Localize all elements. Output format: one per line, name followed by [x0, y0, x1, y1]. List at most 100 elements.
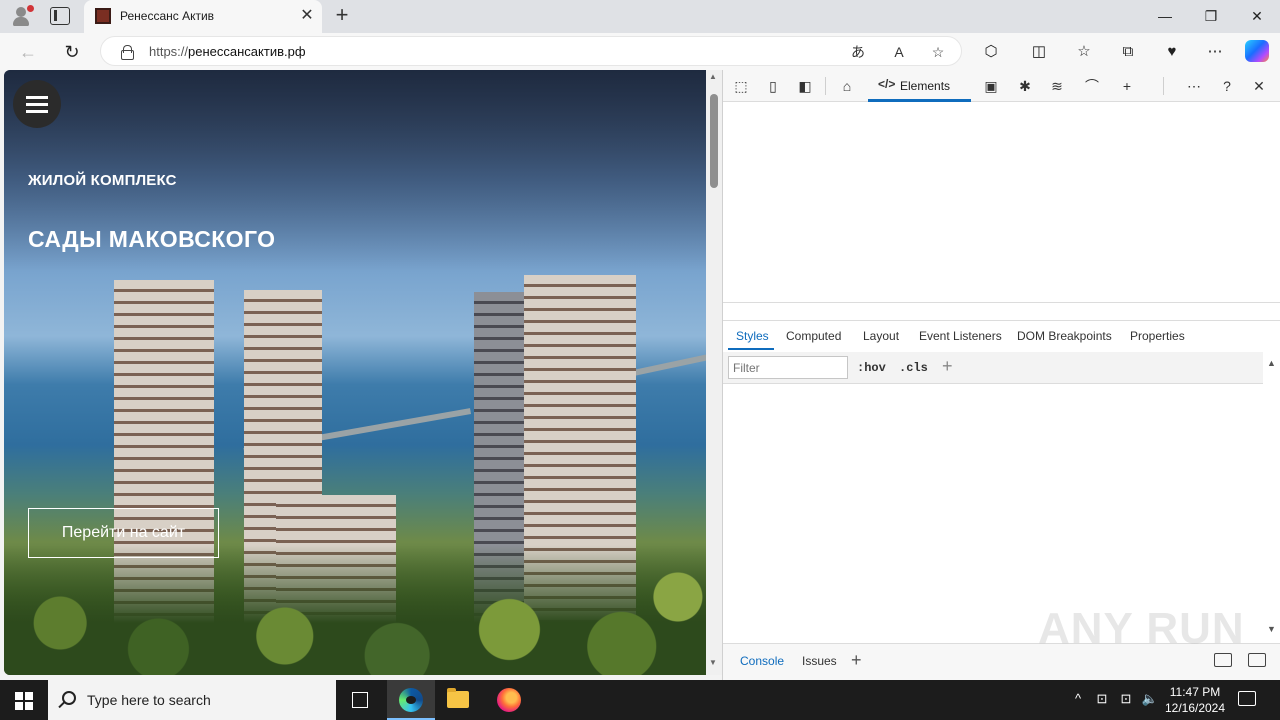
address-bar[interactable]: https://ренессансактив.рф あ A ☆ — [100, 36, 962, 66]
add-favorite-icon[interactable]: ☆ — [927, 41, 949, 63]
sources-bug-icon[interactable]: ✱ — [1013, 75, 1037, 97]
drawer-tab-console[interactable]: Console — [740, 654, 784, 668]
tab-close-icon[interactable]: ✕ — [298, 7, 316, 25]
tab-actions-icon[interactable] — [50, 7, 70, 25]
task-view-button[interactable] — [336, 680, 384, 720]
notifications-icon[interactable] — [1238, 691, 1256, 706]
scroll-down-icon[interactable]: ▼ — [709, 658, 717, 667]
close-drawer-icon[interactable] — [1248, 653, 1266, 667]
refresh-icon[interactable]: ↻ — [58, 38, 86, 66]
edge-icon — [399, 688, 423, 712]
taskbar-firefox[interactable] — [485, 680, 533, 720]
taskbar-search-box[interactable]: Type here to search — [48, 680, 336, 720]
tab-elements[interactable]: </> Elements — [868, 70, 971, 102]
read-aloud-icon[interactable]: A — [888, 41, 910, 63]
page-scrollbar[interactable]: ▲ ▼ — [706, 70, 722, 675]
drawer-add-tab-icon[interactable]: + — [851, 650, 862, 671]
hamburger-menu-icon[interactable] — [13, 80, 61, 128]
hero-subtitle: ЖИЛОЙ КОМПЛЕКС — [28, 172, 177, 189]
tab-properties[interactable]: Properties — [1130, 329, 1185, 343]
taskbar-file-explorer[interactable] — [435, 680, 483, 720]
dock-side-icon[interactable]: ◧ — [793, 75, 817, 97]
hero-trees — [4, 545, 706, 675]
lock-icon[interactable] — [121, 45, 134, 60]
styles-filter-input[interactable] — [728, 356, 848, 379]
url-text[interactable]: https://ренессансактив.рф — [149, 44, 306, 59]
taskbar-clock[interactable]: 11:47 PM 12/16/2024 — [1160, 684, 1230, 716]
tray-display-icon[interactable]: ⊡ — [1116, 691, 1136, 707]
scrollbar-thumb[interactable] — [710, 94, 718, 188]
anyrun-watermark: ANY RUN — [1038, 604, 1245, 653]
scroll-up-icon[interactable]: ▲ — [709, 72, 717, 81]
maximize-button[interactable]: ❐ — [1188, 0, 1234, 33]
search-icon — [62, 691, 76, 705]
go-to-site-button[interactable]: Перейти на сайт — [28, 508, 219, 558]
tray-network-icon[interactable]: ⊡ — [1092, 691, 1112, 707]
styles-pane-tabs: Styles Computed Layout Event Listeners D… — [723, 320, 1280, 350]
tab-event-listeners[interactable]: Event Listeners — [919, 329, 1002, 343]
clock-date: 12/16/2024 — [1164, 701, 1226, 715]
close-window-button[interactable]: ✕ — [1234, 0, 1280, 33]
extensions-icon[interactable]: ⬡ — [977, 38, 1005, 66]
copilot-icon[interactable] — [1245, 40, 1269, 62]
active-tab-indicator — [728, 348, 774, 350]
close-devtools-icon[interactable]: ✕ — [1247, 75, 1271, 97]
back-icon[interactable]: ← — [14, 38, 42, 66]
welcome-home-icon[interactable]: ⌂ — [835, 75, 859, 97]
tab-title: Ренессанс Актив — [120, 9, 215, 23]
tray-chevron-icon[interactable]: ^ — [1068, 691, 1088, 706]
windows-start-icon[interactable] — [15, 692, 33, 710]
hover-state-toggle[interactable]: :hov — [857, 361, 886, 375]
tab-computed[interactable]: Computed — [786, 329, 841, 343]
styles-filter-bar: :hov .cls + — [723, 352, 1263, 384]
navigation-bar: ← ↻ https://ренессансактив.рф あ A ☆ ⬡ ◫ … — [0, 33, 1280, 70]
tab-styles[interactable]: Styles — [736, 329, 769, 343]
help-icon[interactable]: ? — [1215, 75, 1239, 97]
folder-icon — [447, 688, 469, 708]
tab-dom-breakpoints[interactable]: DOM Breakpoints — [1017, 329, 1112, 343]
toolbar-divider — [825, 77, 826, 95]
inspect-element-icon[interactable]: ⬚ — [729, 75, 753, 97]
more-tools-add-icon[interactable]: + — [1115, 75, 1139, 97]
devtools-panel: ⬚ ▯ ◧ ⌂ </> Elements ▣ ✱ ≋ ⌒ + ⋯ ? ✕ Sty… — [722, 70, 1280, 680]
new-tab-button[interactable]: + — [330, 4, 354, 28]
class-toggle[interactable]: .cls — [899, 361, 928, 375]
search-placeholder: Type here to search — [87, 692, 211, 708]
device-emulation-icon[interactable]: ▯ — [761, 75, 785, 97]
tray-volume-icon[interactable]: 🔈 — [1140, 691, 1160, 707]
elements-code-icon: </> — [878, 77, 896, 91]
console-tab-icon[interactable]: ▣ — [979, 75, 1003, 97]
split-screen-icon[interactable]: ◫ — [1025, 38, 1053, 66]
dom-tree-panel[interactable] — [723, 103, 1280, 303]
firefox-icon — [497, 688, 521, 712]
undock-drawer-icon[interactable] — [1214, 653, 1232, 667]
settings-more-icon[interactable]: ⋯ — [1201, 38, 1229, 66]
devtools-toolbar: ⬚ ▯ ◧ ⌂ </> Elements ▣ ✱ ≋ ⌒ + ⋯ ? ✕ — [723, 70, 1280, 102]
customize-more-icon[interactable]: ⋯ — [1182, 75, 1206, 97]
taskbar-edge[interactable] — [387, 680, 435, 720]
minimize-button[interactable]: — — [1142, 0, 1188, 33]
scroll-down-icon[interactable]: ▼ — [1267, 624, 1276, 634]
styles-scrollbar[interactable]: ▲ ▼ — [1263, 352, 1280, 642]
clock-time: 11:47 PM — [1169, 685, 1221, 699]
favorites-icon[interactable]: ☆ — [1070, 38, 1098, 66]
translate-icon[interactable]: あ — [847, 41, 869, 63]
network-wifi-icon[interactable]: ≋ — [1045, 75, 1069, 97]
tab-layout[interactable]: Layout — [863, 329, 899, 343]
browser-tab[interactable]: Ренессанс Актив ✕ — [84, 0, 322, 33]
new-style-rule-icon[interactable]: + — [942, 356, 953, 377]
tab-elements-label: Elements — [900, 79, 951, 93]
scroll-up-icon[interactable]: ▲ — [1267, 358, 1276, 368]
performance-icon[interactable]: ⌒ — [1080, 75, 1104, 97]
title-bar: Ренессанс Актив ✕ + — ❐ ✕ — [0, 0, 1280, 33]
profile-icon[interactable] — [10, 5, 34, 27]
task-view-icon — [352, 692, 368, 708]
collections-icon[interactable]: ⧉ — [1114, 38, 1142, 66]
windows-taskbar: Type here to search ^ ⊡ ⊡ 🔈 11:47 PM 12/… — [0, 680, 1280, 720]
page-viewport: ЖИЛОЙ КОМПЛЕКС САДЫ МАКОВСКОГО Перейти н… — [4, 70, 706, 675]
site-favicon-icon — [95, 8, 111, 24]
browser-essentials-icon[interactable]: ♥ — [1158, 38, 1186, 66]
hero-title: САДЫ МАКОВСКОГО — [28, 226, 276, 252]
active-tab-indicator — [868, 99, 971, 102]
drawer-tab-issues[interactable]: Issues — [802, 654, 837, 668]
